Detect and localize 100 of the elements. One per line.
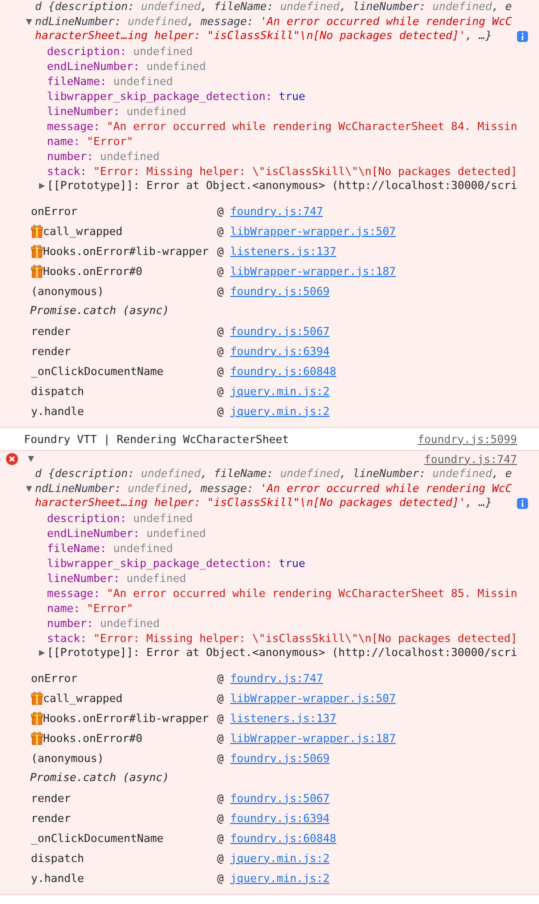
at-sign: @ — [217, 692, 224, 704]
property-value: undefined — [100, 150, 160, 162]
property-value: undefined — [133, 44, 193, 58]
prototype-entry[interactable]: [[Prototype]]: Error at Object.<anonymous> (http://localhost:30000/scri — [47, 178, 518, 193]
function-name: _onClickDocumentName — [31, 364, 164, 378]
source-link[interactable]: foundry.js:5067 — [230, 324, 330, 338]
caret-icon[interactable] — [25, 484, 33, 493]
source-link[interactable]: jquery.min.js:2 — [230, 872, 330, 884]
source-link[interactable]: foundry.js:747 — [230, 204, 323, 218]
at-sign: @ — [217, 752, 224, 764]
log-text: Foundry VTT | Rendering WcCharacterSheet — [24, 432, 289, 446]
source-link[interactable]: jquery.min.js:2 — [230, 404, 330, 418]
source-link[interactable]: libWrapper-wrapper.js:507 — [230, 224, 396, 238]
error-icon — [6, 453, 18, 465]
property-key: number: — [47, 616, 94, 630]
source-link[interactable]: listeners.js:137 — [230, 712, 336, 724]
at-sign: @ — [217, 792, 224, 804]
at-sign: @ — [217, 344, 224, 358]
property-key: lineNumber: — [47, 104, 120, 118]
gift-icon — [31, 691, 43, 705]
property-key: description: — [47, 44, 126, 58]
source-link[interactable]: libWrapper-wrapper.js:187 — [230, 732, 396, 744]
source-link[interactable]: foundry.js:6394 — [230, 344, 330, 358]
gift-icon — [31, 264, 43, 278]
source-link[interactable]: jquery.min.js:2 — [230, 852, 330, 864]
source-link[interactable]: foundry.js:747 — [424, 452, 517, 466]
function-name: y.handle — [31, 404, 84, 418]
property-value: undefined — [133, 512, 193, 524]
at-sign: @ — [217, 264, 224, 278]
function-name: call_wrapped — [43, 692, 122, 704]
source-link[interactable]: foundry.js:6394 — [230, 812, 330, 824]
property-value: undefined — [100, 616, 160, 630]
function-name: _onClickDocumentName — [31, 832, 164, 844]
function-name: Hooks.onError#0 — [43, 732, 142, 744]
function-name: (anonymous) — [31, 752, 104, 764]
source-link[interactable]: foundry.js:5069 — [230, 752, 330, 764]
at-sign: @ — [217, 852, 224, 864]
function-name: onError — [31, 672, 78, 684]
property-value: "Error: Missing helper: \"isClassSkill\"\n[No packages detected] — [93, 632, 518, 644]
at-sign: @ — [217, 712, 224, 724]
caret-icon[interactable] — [38, 182, 46, 190]
property-key: stack: — [47, 164, 87, 178]
property-value: "Error" — [86, 602, 134, 614]
function-name: Hooks.onError#lib-wrapper — [43, 244, 209, 258]
source-link[interactable]: jquery.min.js:2 — [230, 384, 330, 398]
info-icon[interactable] — [516, 30, 528, 42]
source-link[interactable]: libWrapper-wrapper.js:507 — [230, 692, 396, 704]
source-link[interactable]: foundry.js:60848 — [230, 832, 336, 844]
caret-icon[interactable] — [27, 455, 35, 463]
property-value: "An error occurred while rendering WcCharacterSheet 85. Missin — [106, 586, 518, 600]
property-key: name: — [47, 134, 80, 148]
async-separator: Promise.catch (async) — [29, 770, 170, 786]
function-name: Hooks.onError#0 — [43, 264, 142, 278]
at-sign: @ — [217, 224, 224, 238]
caret-icon[interactable] — [25, 18, 33, 26]
object-preview: d {description: undefined, fileName: undefined, lineNumber: undefined, endLineNumber: undefined, message: 'An error occurred while rendering WcCharacterSheet…ing helper: "isClassSkill"\n[No packages detected]', …} — [35, 467, 513, 510]
property-value: true — [278, 556, 306, 570]
gift-icon — [31, 711, 43, 725]
function-name: render — [31, 324, 71, 338]
property-key: endLineNumber: — [47, 526, 140, 540]
property-key: stack: — [47, 632, 87, 644]
source-link[interactable]: foundry.js:747 — [230, 672, 323, 684]
source-link[interactable]: libWrapper-wrapper.js:187 — [230, 264, 396, 278]
property-value: "Error: Missing helper: \"isClassSkill\"\n[No packages detected] — [93, 164, 518, 178]
at-sign: @ — [217, 324, 224, 338]
async-separator: Promise.catch (async) — [29, 303, 170, 319]
info-icon[interactable] — [516, 498, 528, 508]
source-link[interactable]: foundry.js:5099 — [418, 432, 517, 446]
gift-icon — [31, 224, 43, 238]
source-link[interactable]: listeners.js:137 — [230, 244, 336, 258]
gift-icon — [31, 244, 43, 258]
at-sign: @ — [217, 872, 224, 884]
at-sign: @ — [217, 672, 224, 684]
property-key: fileName: — [47, 542, 107, 554]
function-name: dispatch — [31, 384, 84, 398]
property-key: message: — [47, 120, 100, 132]
function-name: render — [31, 792, 71, 804]
at-sign: @ — [217, 404, 224, 418]
function-name: onError — [31, 204, 78, 218]
property-value: true — [278, 90, 306, 102]
property-value: undefined — [113, 74, 173, 88]
at-sign: @ — [217, 364, 224, 378]
gift-icon — [31, 731, 43, 745]
property-key: lineNumber: — [47, 572, 120, 584]
property-key: libwrapper_skip_package_detection: — [47, 556, 272, 570]
source-link[interactable]: foundry.js:5067 — [230, 792, 330, 804]
property-value: undefined — [113, 542, 173, 554]
property-value: undefined — [126, 572, 186, 584]
caret-icon[interactable] — [38, 648, 46, 657]
function-name: render — [31, 812, 71, 824]
function-name: Hooks.onError#lib-wrapper — [43, 712, 209, 724]
at-sign: @ — [217, 732, 224, 744]
at-sign: @ — [217, 284, 224, 298]
source-link[interactable]: foundry.js:5069 — [230, 284, 330, 298]
prototype-entry[interactable]: [[Prototype]]: Error at Object.<anonymous> (http://localhost:30000/scri — [47, 646, 518, 660]
function-name: dispatch — [31, 852, 84, 864]
source-link[interactable]: foundry.js:60848 — [230, 364, 336, 378]
property-key: number: — [47, 150, 94, 162]
property-value: undefined — [146, 60, 206, 72]
property-key: fileName: — [47, 74, 107, 88]
